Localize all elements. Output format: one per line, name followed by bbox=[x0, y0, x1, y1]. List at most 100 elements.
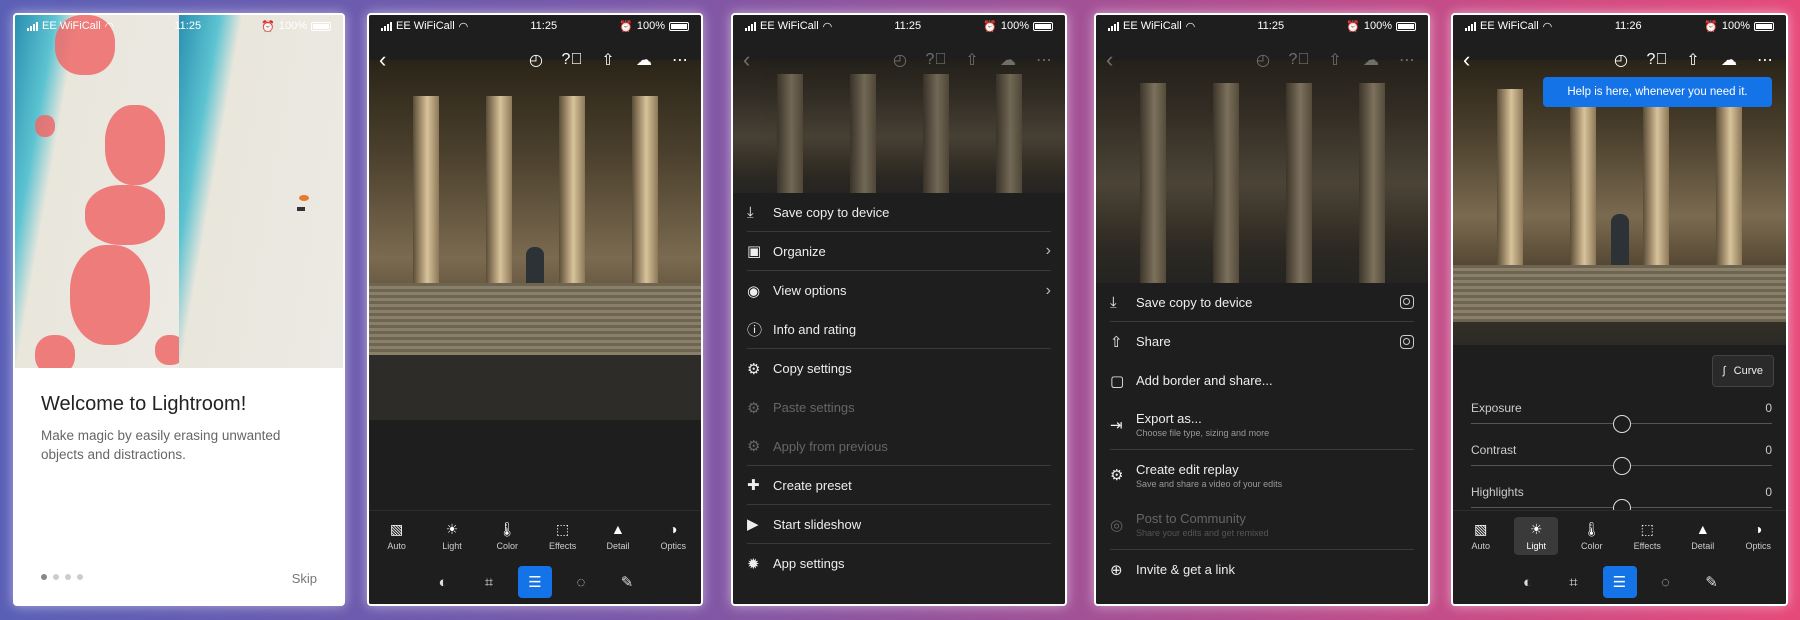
back-icon[interactable]: ‹ bbox=[1463, 47, 1493, 73]
back-icon: ‹ bbox=[743, 47, 751, 72]
help-icon[interactable]: ?⃝ bbox=[1646, 49, 1668, 71]
mode-bar: ◐ ⌗ ☰ ◌ ✎ bbox=[1453, 560, 1786, 604]
masking-icon[interactable]: ◌ bbox=[1649, 566, 1683, 598]
status-bar: EE WiFiCall ◠ 11:26 ⏰ 100% bbox=[1453, 15, 1786, 37]
history-icon: ◴ bbox=[1256, 52, 1270, 69]
info-icon: ⓘ bbox=[747, 321, 763, 339]
share-post-community: ◎ Post to Community Share your edits and g… bbox=[1110, 500, 1414, 550]
tool-color[interactable]: 🌡 Color bbox=[1570, 517, 1614, 555]
tool-auto[interactable]: ▧ Auto bbox=[375, 517, 419, 555]
presets-icon[interactable]: ◐ bbox=[1511, 566, 1545, 598]
share-add-border[interactable]: ▢ Add border and share... bbox=[1110, 361, 1414, 400]
color-icon: 🌡 bbox=[498, 520, 517, 537]
masked-beach-image bbox=[15, 15, 179, 368]
editor-topbar: ‹ ◴ ?⃝ ⇧ ☁ ⋯ bbox=[733, 45, 1065, 75]
back-icon[interactable]: ‹ bbox=[379, 47, 409, 73]
more-icon[interactable]: ⋯ bbox=[1754, 49, 1776, 71]
healing-icon[interactable]: ✎ bbox=[1695, 566, 1729, 598]
menu-app-settings[interactable]: ✹ App settings bbox=[747, 544, 1051, 583]
tool-light[interactable]: ☀ Light bbox=[1514, 516, 1559, 555]
status-time: 11:26 bbox=[1614, 20, 1642, 32]
apply-previous-icon: ⚙ bbox=[747, 438, 761, 455]
tool-detail[interactable]: ▲ Detail bbox=[1681, 517, 1725, 555]
menu-apply-previous: ⚙ Apply from previous bbox=[747, 427, 1051, 466]
carrier-label: EE WiFiCall bbox=[396, 20, 455, 32]
page-indicator[interactable] bbox=[41, 574, 83, 580]
download-icon: ⤓ bbox=[747, 203, 754, 221]
menu-view-options[interactable]: ◉ View options › bbox=[747, 271, 1051, 310]
crop-icon[interactable]: ⌗ bbox=[472, 566, 506, 598]
share-menu: ⤓ Save copy to device ⇧ Share ▢ Add border … bbox=[1096, 283, 1428, 604]
effects-icon: ⬚ bbox=[556, 520, 570, 537]
edit-tools: ▧ Auto ☀ Light 🌡 Color ⬚ Effects ▲ Detail ◑ Op… bbox=[1453, 510, 1786, 560]
history-icon[interactable]: ◴ bbox=[525, 49, 547, 71]
slider-knob[interactable] bbox=[1612, 415, 1631, 433]
tool-detail[interactable]: ▲ Detail bbox=[596, 517, 640, 555]
gear-icon: ✹ bbox=[747, 555, 760, 573]
tool-optics[interactable]: ◑ Optics bbox=[1736, 517, 1780, 555]
share-export-as[interactable]: ⇥ Export as... Choose file type, sizing an… bbox=[1110, 400, 1414, 450]
photo-preview[interactable] bbox=[369, 60, 701, 420]
tool-auto[interactable]: ▧ Auto bbox=[1459, 517, 1503, 555]
settings-toggle-icon[interactable] bbox=[1400, 334, 1414, 349]
wifi-icon: ◠ bbox=[104, 20, 115, 33]
exposure-slider[interactable]: Exposure 0 bbox=[1471, 401, 1772, 441]
menu-organize[interactable]: ▣ Organize › bbox=[747, 232, 1051, 271]
share-save-copy[interactable]: ⤓ Save copy to device bbox=[1110, 283, 1414, 322]
photo-preview bbox=[1096, 60, 1428, 285]
wifi-icon: ◠ bbox=[458, 20, 469, 33]
share-invite-link[interactable]: ⊕ Invite & get a link bbox=[1110, 550, 1414, 589]
menu-copy-settings[interactable]: ⚙ Copy settings bbox=[747, 349, 1051, 388]
menu-info-rating[interactable]: ⓘ Info and rating bbox=[747, 310, 1051, 349]
slider-knob[interactable] bbox=[1612, 457, 1631, 475]
tool-effects[interactable]: ⬚ Effects bbox=[541, 517, 585, 555]
page-dot[interactable] bbox=[53, 574, 59, 580]
view-options-icon: ◉ bbox=[747, 282, 761, 300]
photo-preview bbox=[733, 60, 1065, 200]
more-icon[interactable]: ⋯ bbox=[669, 49, 691, 71]
status-time: 11:25 bbox=[530, 20, 558, 32]
tool-color[interactable]: 🌡 Color bbox=[485, 517, 529, 555]
contrast-slider[interactable]: Contrast 0 bbox=[1471, 443, 1772, 483]
tool-light[interactable]: ☀ Light bbox=[430, 517, 474, 555]
skip-button[interactable]: Skip bbox=[292, 571, 317, 586]
menu-create-preset[interactable]: ✚ Create preset bbox=[747, 466, 1051, 505]
cloud-sync-icon[interactable]: ☁ bbox=[633, 49, 655, 71]
edit-sliders-icon[interactable]: ☰ bbox=[518, 566, 552, 598]
battery-icon bbox=[311, 21, 331, 31]
crop-icon[interactable]: ⌗ bbox=[1557, 566, 1591, 598]
history-icon[interactable]: ◴ bbox=[1610, 49, 1632, 71]
menu-paste-settings: ⚙ Paste settings bbox=[747, 399, 855, 417]
chevron-right-icon: › bbox=[1045, 242, 1051, 259]
curve-button[interactable]: ∫ Curve bbox=[1711, 355, 1774, 387]
battery-icon bbox=[1754, 21, 1774, 31]
masking-icon[interactable]: ◌ bbox=[564, 566, 598, 598]
menu-save-copy[interactable]: ⤓ Save copy to device bbox=[747, 193, 1051, 232]
share-icon[interactable]: ⇧ bbox=[597, 49, 619, 71]
cloud-sync-icon[interactable]: ☁ bbox=[1718, 49, 1740, 71]
page-dot[interactable] bbox=[41, 574, 47, 580]
share-icon[interactable]: ⇧ bbox=[1682, 49, 1704, 71]
help-icon: ?⃝ bbox=[925, 51, 947, 68]
healing-icon[interactable]: ✎ bbox=[610, 566, 644, 598]
page-dot[interactable] bbox=[65, 574, 71, 580]
help-icon[interactable]: ?⃝ bbox=[561, 49, 583, 71]
share-edit-replay[interactable]: ⚙ Create edit replay Save and share a vide… bbox=[1110, 450, 1414, 500]
chevron-right-icon: › bbox=[1045, 281, 1051, 299]
settings-toggle-icon[interactable] bbox=[1400, 295, 1414, 309]
color-icon: 🌡 bbox=[1582, 520, 1601, 537]
curve-icon: ∫ bbox=[1722, 365, 1726, 377]
auto-icon: ▧ bbox=[1474, 520, 1488, 537]
welcome-text: Welcome to Lightroom! Make magic by easi… bbox=[41, 393, 317, 464]
edit-tools: ▧ Auto ☀ Light 🌡 Color ⬚ Effects ▲ Detail ◑ Op… bbox=[369, 510, 701, 560]
alarm-icon: ⏰ bbox=[261, 20, 275, 33]
status-bar: EE WiFiCall ◠ 11:25 ⏰ 100% bbox=[1096, 15, 1428, 37]
tool-effects[interactable]: ⬚ Effects bbox=[1625, 517, 1669, 555]
page-dot[interactable] bbox=[77, 574, 83, 580]
tool-optics[interactable]: ◑ Optics bbox=[651, 517, 695, 555]
menu-start-slideshow[interactable]: ▶ Start slideshow bbox=[747, 505, 1051, 544]
status-time: 11:25 bbox=[1257, 20, 1285, 32]
share-share[interactable]: ⇧ Share bbox=[1110, 322, 1414, 361]
presets-icon[interactable]: ◐ bbox=[426, 566, 460, 598]
edit-sliders-icon[interactable]: ☰ bbox=[1602, 566, 1637, 598]
